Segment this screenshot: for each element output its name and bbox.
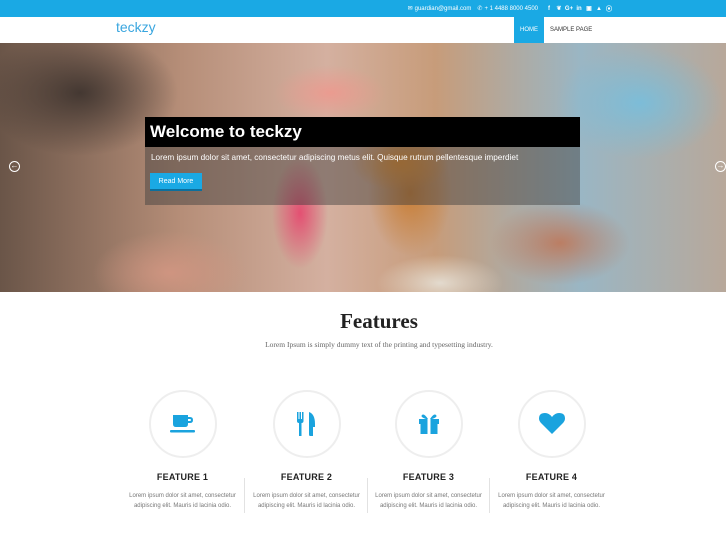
hero-text: Lorem ipsum dolor sit amet, consectetur … <box>151 153 519 162</box>
slider-next-arrow-icon[interactable]: → <box>715 161 726 172</box>
top-bar: ✉ guardian@gmail.com ✆ + 1 4488 8000 450… <box>0 0 726 17</box>
feature-title: FEATURE 1 <box>156 472 209 482</box>
main-nav: HOME SAMPLE PAGE <box>514 17 598 43</box>
hero-slider: Welcome to teckzy Lorem ipsum dolor sit … <box>0 43 726 292</box>
top-bar-contact: ✉ guardian@gmail.com ✆ + 1 4488 8000 450… <box>408 0 614 17</box>
slider-prev-arrow-icon[interactable]: ← <box>9 161 20 172</box>
phone-icon: ✆ <box>477 6 483 12</box>
flickr-icon[interactable]: ▣ <box>584 5 594 12</box>
heart-icon <box>538 413 565 434</box>
social-links: f ❦ G+ in ▣ ▲ ⦿ <box>544 4 614 14</box>
nav-item-home[interactable]: HOME <box>514 17 544 43</box>
hero-title: Welcome to teckzy <box>150 122 302 141</box>
email-contact[interactable]: ✉ guardian@gmail.com <box>407 5 472 13</box>
feature-divider <box>244 478 245 513</box>
features-subtitle: Lorem Ipsum is simply dummy text of the … <box>265 340 493 349</box>
cutlery-icon <box>296 412 315 436</box>
feature-text: Lorem ipsum dolor sit amet, consectetur … <box>129 493 236 509</box>
read-more-button[interactable]: Read More <box>150 173 202 191</box>
gift-icon <box>418 414 439 434</box>
feature-text: Lorem ipsum dolor sit amet, consectetur … <box>375 493 482 509</box>
site-header: teckzy HOME SAMPLE PAGE <box>0 17 726 43</box>
site-logo[interactable]: teckzy <box>116 19 156 35</box>
feature-text: Lorem ipsum dolor sit amet, consectetur … <box>253 493 360 509</box>
feature-icon-circle <box>394 390 463 458</box>
phone-text[interactable]: + 1 4488 8000 4500 <box>484 6 538 12</box>
coffee-cup-icon <box>169 415 195 433</box>
feature-card: FEATURE 4 Lorem ipsum dolor sit amet, co… <box>490 390 613 511</box>
phone-contact[interactable]: ✆ + 1 4488 8000 4500 <box>477 5 538 13</box>
features-heading: Features <box>340 309 418 333</box>
feature-divider <box>367 478 368 513</box>
feature-card: FEATURE 3 Lorem ipsum dolor sit amet, co… <box>367 390 490 511</box>
feature-title: FEATURE 2 <box>280 472 333 482</box>
google-plus-icon[interactable]: G+ <box>564 6 574 12</box>
feature-card: FEATURE 1 Lorem ipsum dolor sit amet, co… <box>121 390 244 511</box>
email-text[interactable]: guardian@gmail.com <box>415 6 472 12</box>
feature-divider <box>489 478 490 513</box>
nav-item-sample-page[interactable]: SAMPLE PAGE <box>544 17 598 43</box>
twitter-icon[interactable]: ❦ <box>554 5 564 12</box>
feature-card: FEATURE 2 Lorem ipsum dolor sit amet, co… <box>245 390 368 511</box>
feature-icon-circle <box>272 390 341 458</box>
linkedin-icon[interactable]: in <box>574 6 584 12</box>
feature-title: FEATURE 4 <box>525 472 578 482</box>
youtube-icon[interactable]: ▲ <box>594 6 604 12</box>
rss-icon[interactable]: ⦿ <box>604 4 614 13</box>
feature-text: Lorem ipsum dolor sit amet, consectetur … <box>498 493 605 509</box>
feature-icon-circle <box>148 390 217 458</box>
envelope-icon: ✉ <box>407 6 413 12</box>
feature-icon-circle <box>517 390 586 458</box>
facebook-icon[interactable]: f <box>544 6 554 12</box>
feature-title: FEATURE 3 <box>402 472 455 482</box>
